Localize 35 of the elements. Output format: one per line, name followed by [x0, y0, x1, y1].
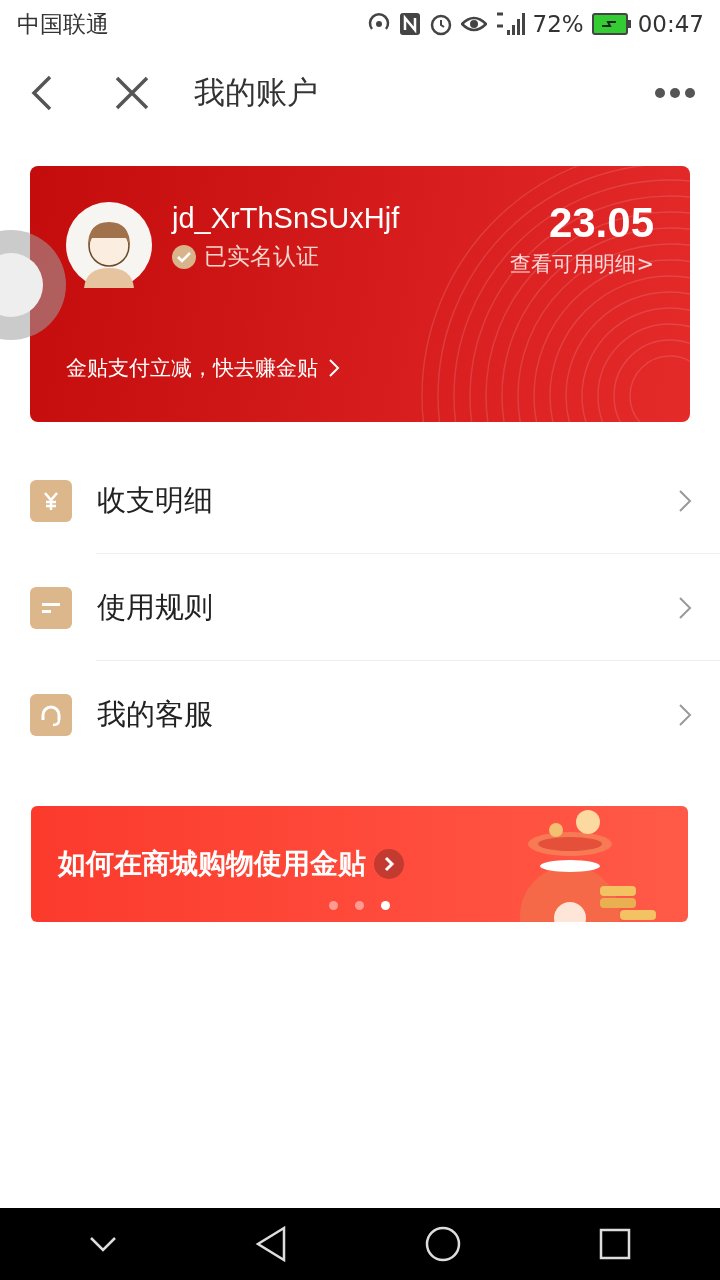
- rules-icon: [30, 586, 72, 629]
- page-dot[interactable]: [355, 901, 364, 910]
- chevron-right-icon: [374, 849, 404, 879]
- chevron-right-icon: [678, 702, 692, 727]
- clock-time: 00:47: [637, 11, 704, 37]
- more-icon[interactable]: [654, 87, 696, 99]
- verified-label: 已实名认证: [204, 242, 319, 271]
- service-icon: [30, 693, 72, 736]
- recents-key-icon[interactable]: [599, 1228, 631, 1260]
- alarm-icon: [428, 12, 453, 36]
- carrier-name: 中国联通: [17, 9, 109, 39]
- menu-item[interactable]: 我的客服: [0, 661, 720, 768]
- nfc-icon: [398, 12, 421, 36]
- menu-item[interactable]: 使用规则: [0, 554, 720, 661]
- page-dot[interactable]: [381, 901, 390, 910]
- back-key-icon[interactable]: [255, 1226, 287, 1262]
- yen-icon: [30, 479, 72, 522]
- close-icon[interactable]: [114, 75, 150, 111]
- page-title: 我的账户: [194, 73, 318, 112]
- battery-icon: [591, 13, 632, 35]
- chevron-right-icon: [328, 358, 340, 378]
- collapse-icon[interactable]: [89, 1236, 117, 1252]
- promo-banner[interactable]: 如何在商城购物使用金贴: [31, 806, 688, 922]
- chevron-right-icon: [678, 595, 692, 620]
- menu-item[interactable]: 收支明细: [0, 447, 720, 554]
- signal-icon: [494, 12, 525, 36]
- home-key-icon[interactable]: [425, 1226, 461, 1262]
- avatar-icon: [66, 202, 152, 288]
- battery-percent: 72%: [532, 11, 584, 37]
- username: jd_XrThSnSUxHjf: [172, 202, 401, 235]
- balance-amount: 23.05: [547, 202, 654, 244]
- chevron-right-icon: [678, 488, 692, 513]
- earn-subsidy-link[interactable]: 金贴支付立减，快去赚金贴: [66, 354, 690, 382]
- balance-detail-link[interactable]: 查看可用明细>: [510, 250, 654, 278]
- page-dot[interactable]: [329, 901, 338, 910]
